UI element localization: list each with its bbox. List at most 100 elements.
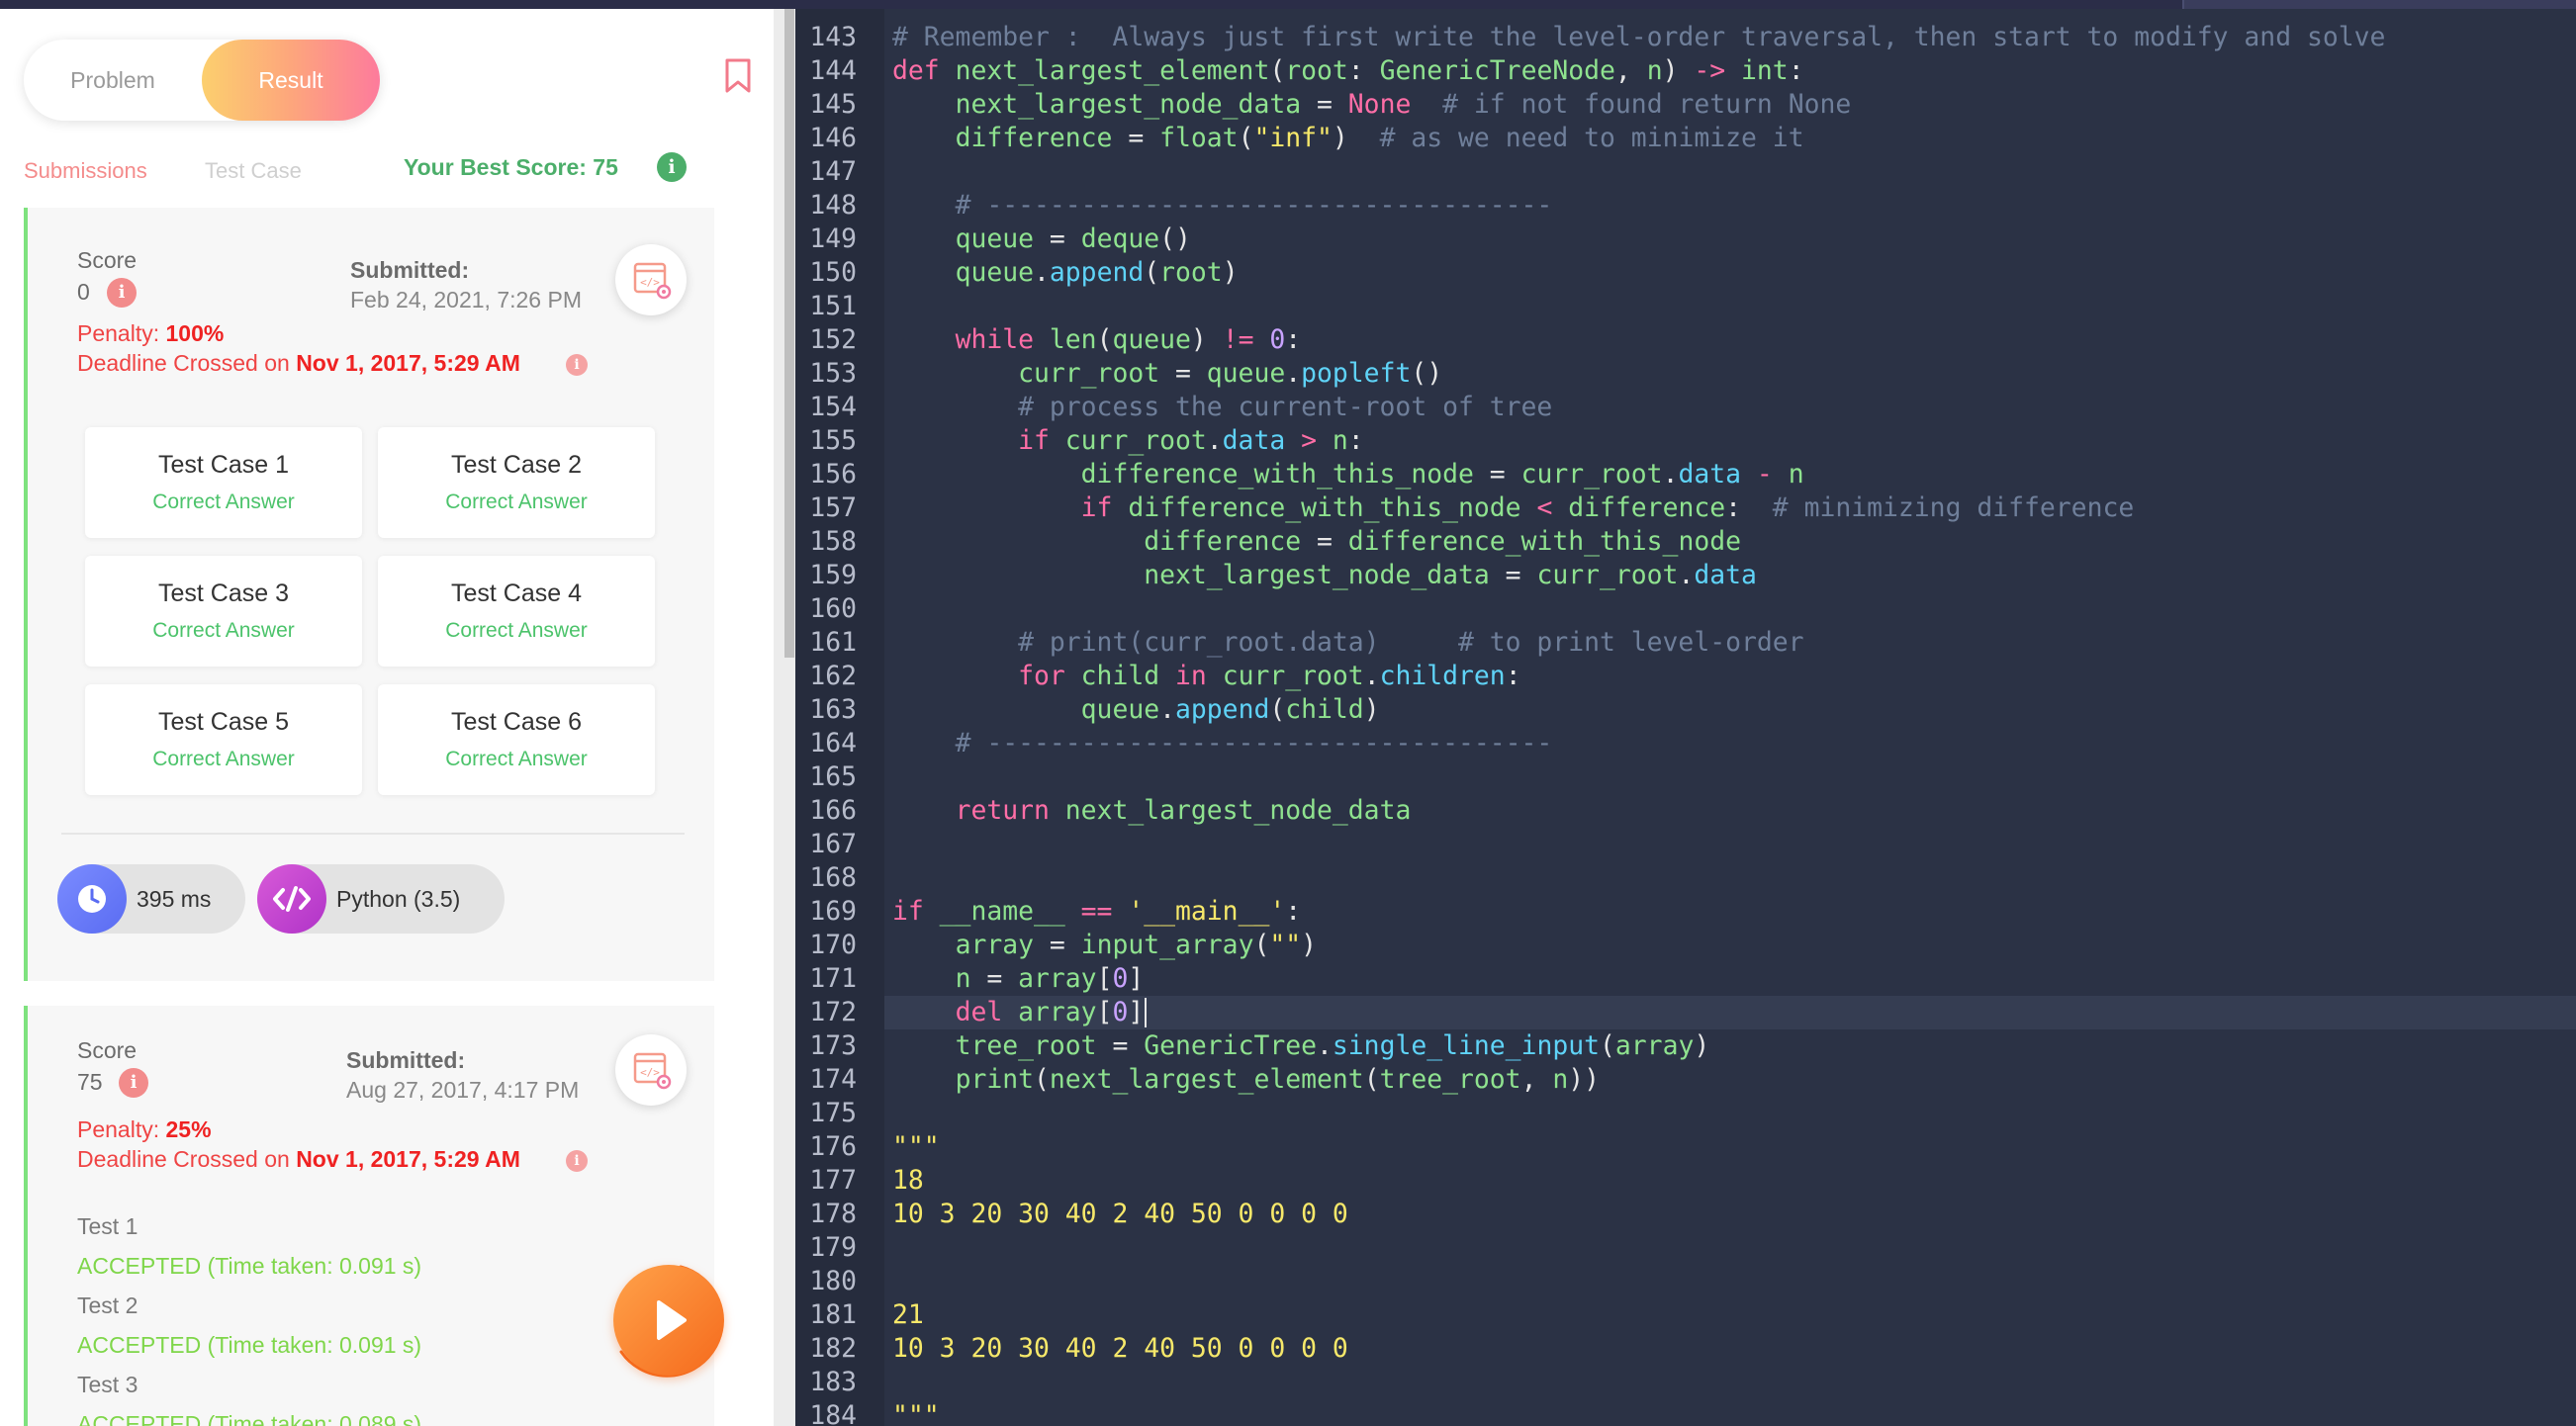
code-text: tree_root = GenericTree.single_line_inpu…: [892, 1029, 1710, 1063]
code-line[interactable]: 149 queue = deque(): [795, 223, 2576, 256]
code-line[interactable]: 175: [795, 1097, 2576, 1130]
code-line[interactable]: 184 """: [795, 1399, 2576, 1426]
code-line[interactable]: 181 21: [795, 1298, 2576, 1332]
code-line[interactable]: 177 18: [795, 1164, 2576, 1198]
code-line[interactable]: 166 return next_largest_node_data: [795, 794, 2576, 828]
code-token: (: [1269, 55, 1286, 86]
test-case-card[interactable]: Test Case 3 Correct Answer: [85, 556, 362, 667]
deadline-info-icon[interactable]: i: [566, 354, 588, 376]
result-toggle-button[interactable]: Result: [202, 40, 380, 121]
code-token: difference_with_this_node: [1080, 459, 1474, 490]
code-line[interactable]: 167: [795, 828, 2576, 861]
code-line[interactable]: 179: [795, 1231, 2576, 1265]
code-token: 0: [1112, 997, 1129, 1027]
code-line[interactable]: 174 print(next_largest_element(tree_root…: [795, 1063, 2576, 1097]
view-code-icon[interactable]: </>: [615, 1034, 687, 1106]
test-case-status: Correct Answer: [445, 748, 588, 770]
code-line[interactable]: 165: [795, 760, 2576, 794]
code-line[interactable]: 155 if curr_root.data > n:: [795, 424, 2576, 458]
results-panel: Problem Result Submissions Test Case You…: [0, 9, 774, 1426]
line-number: 160: [809, 593, 857, 624]
left-panel-scrollbar[interactable]: [774, 9, 795, 1426]
code-token: (: [1144, 257, 1160, 288]
code-line[interactable]: 164 # ----------------------------------…: [795, 727, 2576, 760]
code-line[interactable]: 162 for child in curr_root.children:: [795, 660, 2576, 693]
code-token: # ------------------------------------: [955, 728, 1553, 758]
code-line[interactable]: 171 n = array[0]: [795, 962, 2576, 996]
code-line[interactable]: 161 # print(curr_root.data) # to print l…: [795, 626, 2576, 660]
code-line[interactable]: 158 difference = difference_with_this_no…: [795, 525, 2576, 559]
code-line[interactable]: 178 10 3 20 30 40 2 40 50 0 0 0 0: [795, 1198, 2576, 1231]
code-line[interactable]: 183: [795, 1366, 2576, 1399]
best-score-info-icon[interactable]: i: [657, 152, 687, 182]
test-case-name: Test Case 4: [450, 579, 582, 607]
test-case-card[interactable]: Test Case 6 Correct Answer: [378, 684, 655, 795]
code-line[interactable]: 152 while len(queue) != 0:: [795, 323, 2576, 357]
code-token: input_array: [1080, 930, 1254, 960]
code-line[interactable]: 176 """: [795, 1130, 2576, 1164]
code-editor[interactable]: 143 # Remember : Always just first write …: [795, 9, 2576, 1426]
code-line[interactable]: 147: [795, 155, 2576, 189]
test-case-card[interactable]: Test Case 4 Correct Answer: [378, 556, 655, 667]
code-line[interactable]: 170 array = input_array(""): [795, 929, 2576, 962]
line-number: 169: [809, 896, 857, 927]
code-line[interactable]: 150 queue.append(root): [795, 256, 2576, 290]
code-text: # ------------------------------------: [892, 189, 1553, 223]
runtime-value: 395 ms: [137, 886, 212, 912]
run-button[interactable]: [613, 1265, 724, 1376]
penalty-label: Penalty:: [77, 320, 160, 346]
code-line[interactable]: 172 del array[0]: [795, 996, 2576, 1029]
code-line[interactable]: 156 difference_with_this_node = curr_roo…: [795, 458, 2576, 491]
code-line[interactable]: 143 # Remember : Always just first write …: [795, 21, 2576, 54]
score-label: Score: [77, 1037, 138, 1063]
code-token: ): [1694, 1030, 1710, 1061]
code-line[interactable]: 154 # process the current-root of tree: [795, 391, 2576, 424]
bookmark-icon[interactable]: [724, 58, 752, 94]
deadline-info-icon[interactable]: i: [566, 1150, 588, 1172]
tab-submissions[interactable]: Submissions: [24, 158, 147, 184]
code-token: <: [1536, 492, 1553, 523]
code-line[interactable]: 146 difference = float("inf") # as we ne…: [795, 122, 2576, 155]
test-name: Test 1: [77, 1213, 138, 1239]
code-line[interactable]: 168: [795, 861, 2576, 895]
tab-test-case[interactable]: Test Case: [205, 158, 302, 184]
code-text: if __name__ == '__main__':: [892, 895, 1301, 929]
code-line[interactable]: 145 next_largest_node_data = None # if n…: [795, 88, 2576, 122]
line-number: 180: [809, 1266, 857, 1296]
code-line[interactable]: 180: [795, 1265, 2576, 1298]
problem-toggle-button[interactable]: Problem: [24, 40, 202, 121]
code-text: next_largest_node_data = None # if not f…: [892, 88, 1852, 122]
score-info-icon[interactable]: i: [107, 278, 137, 308]
score-info-icon[interactable]: i: [119, 1068, 148, 1098]
code-line[interactable]: 144 def next_largest_element(root: Generi…: [795, 54, 2576, 88]
code-line[interactable]: 163 queue.append(child): [795, 693, 2576, 727]
code-text: def next_largest_element(root: GenericTr…: [892, 54, 1804, 88]
code-token: if: [892, 896, 940, 927]
code-line[interactable]: 148 # ----------------------------------…: [795, 189, 2576, 223]
code-line[interactable]: 151: [795, 290, 2576, 323]
code-line[interactable]: 159 next_largest_node_data = curr_root.d…: [795, 559, 2576, 592]
problem-result-toggle: Problem Result: [24, 40, 380, 121]
code-line[interactable]: 169 if __name__ == '__main__':: [795, 895, 2576, 929]
test-case-card[interactable]: Test Case 5 Correct Answer: [85, 684, 362, 795]
code-token: n: [1332, 425, 1348, 456]
view-code-icon[interactable]: </>: [615, 244, 687, 315]
code-token: data: [1678, 459, 1742, 490]
code-line[interactable]: 173 tree_root = GenericTree.single_line_…: [795, 1029, 2576, 1063]
code-line[interactable]: 182 10 3 20 30 40 2 40 50 0 0 0 0: [795, 1332, 2576, 1366]
code-line[interactable]: 160: [795, 592, 2576, 626]
scrollbar-thumb[interactable]: [784, 9, 794, 658]
code-line[interactable]: 157 if difference_with_this_node < diffe…: [795, 491, 2576, 525]
test-case-card[interactable]: Test Case 2 Correct Answer: [378, 427, 655, 538]
code-line[interactable]: 153 curr_root = queue.popleft(): [795, 357, 2576, 391]
line-number: 179: [809, 1232, 857, 1263]
test-case-card[interactable]: Test Case 1 Correct Answer: [85, 427, 362, 538]
top-strip: [0, 0, 2576, 9]
submitted-label: Submitted:: [350, 257, 470, 283]
card-divider: [61, 833, 685, 835]
